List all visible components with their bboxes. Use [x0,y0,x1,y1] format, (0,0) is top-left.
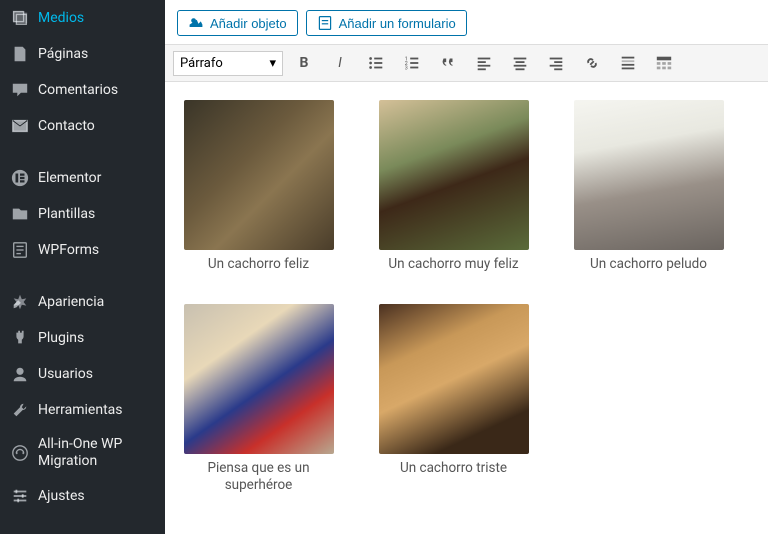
toolbar-toggle-button[interactable] [649,49,679,77]
sidebar-item-label: Plantillas [38,206,95,222]
media-add-icon [188,15,204,31]
sidebar-item-label: Contacto [38,118,95,134]
svg-text:3: 3 [405,65,408,71]
admin-sidebar: Medios Páginas Comentarios Contacto Elem… [0,0,165,534]
wpforms-icon [10,240,30,260]
bold-button[interactable]: B [289,49,319,77]
gallery-caption: Un cachorro peludo [571,256,726,274]
templates-icon [10,204,30,224]
settings-icon [10,486,30,506]
plugins-icon [10,328,30,348]
gallery-caption: Un cachorro muy feliz [376,256,531,274]
sidebar-item-label: Plugins [38,330,84,346]
sidebar-item-pages[interactable]: Páginas [0,36,165,72]
sidebar-item-templates[interactable]: Plantillas [0,196,165,232]
gallery-item[interactable]: Un cachorro triste [376,304,531,495]
add-form-button[interactable]: Añadir un formulario [306,10,467,36]
format-dropdown[interactable]: Párrafo ▾ [173,51,283,76]
users-icon [10,364,30,384]
sidebar-item-label: Comentarios [38,82,118,98]
media-toolbar: Añadir objeto Añadir un formulario [165,0,768,44]
gallery-thumbnail [184,100,334,250]
gallery-caption: Un cachorro triste [376,460,531,478]
sidebar-item-users[interactable]: Usuarios [0,356,165,392]
sidebar-item-appearance[interactable]: Apariencia [0,284,165,320]
gallery-caption: Un cachorro feliz [181,256,336,274]
comments-icon [10,80,30,100]
sidebar-item-settings[interactable]: Ajustes [0,478,165,514]
elementor-icon [10,168,30,188]
sidebar-item-label: Ajustes [38,488,85,504]
form-add-icon [317,15,333,31]
gallery-thumbnail [184,304,334,454]
contact-icon [10,116,30,136]
format-toolbar: Párrafo ▾ B I 123 [165,44,768,82]
align-left-button[interactable] [469,49,499,77]
gallery-thumbnail [379,100,529,250]
insert-more-button[interactable] [613,49,643,77]
gallery-item[interactable]: Un cachorro feliz [181,100,336,274]
gallery-caption: Piensa que es un superhéroe [181,460,336,495]
chevron-down-icon: ▾ [269,56,276,71]
media-icon [10,8,30,28]
tools-icon [10,400,30,420]
sidebar-item-label: All-in-One WP Migration [38,436,155,470]
sidebar-item-label: Herramientas [38,402,123,418]
align-center-button[interactable] [505,49,535,77]
sidebar-item-label: Apariencia [38,294,104,310]
migration-icon [10,443,30,463]
sidebar-item-label: Medios [38,10,84,26]
gallery-item[interactable]: Piensa que es un superhéroe [181,304,336,495]
sidebar-item-comments[interactable]: Comentarios [0,72,165,108]
add-media-button[interactable]: Añadir objeto [177,10,298,36]
sidebar-item-elementor[interactable]: Elementor [0,160,165,196]
sidebar-item-contact[interactable]: Contacto [0,108,165,144]
bullet-list-button[interactable] [361,49,391,77]
gallery-thumbnail [379,304,529,454]
gallery-thumbnail [574,100,724,250]
image-gallery: Un cachorro feliz Un cachorro muy feliz … [181,100,752,495]
blockquote-button[interactable] [433,49,463,77]
sidebar-item-label: WPForms [38,242,99,258]
editor-area: Añadir objeto Añadir un formulario Párra… [165,0,768,534]
appearance-icon [10,292,30,312]
sidebar-item-label: Páginas [38,46,88,62]
sidebar-item-migration[interactable]: All-in-One WP Migration [0,428,165,478]
sidebar-item-media[interactable]: Medios [0,0,165,36]
align-right-button[interactable] [541,49,571,77]
gallery-item[interactable]: Un cachorro peludo [571,100,726,274]
pages-icon [10,44,30,64]
sidebar-item-label: Elementor [38,170,101,186]
gallery-item[interactable]: Un cachorro muy feliz [376,100,531,274]
sidebar-item-label: Usuarios [38,366,93,382]
content-editor[interactable]: Un cachorro feliz Un cachorro muy feliz … [165,82,768,513]
link-button[interactable] [577,49,607,77]
italic-button[interactable]: I [325,49,355,77]
sidebar-item-plugins[interactable]: Plugins [0,320,165,356]
sidebar-item-tools[interactable]: Herramientas [0,392,165,428]
numbered-list-button[interactable]: 123 [397,49,427,77]
sidebar-item-wpforms[interactable]: WPForms [0,232,165,268]
